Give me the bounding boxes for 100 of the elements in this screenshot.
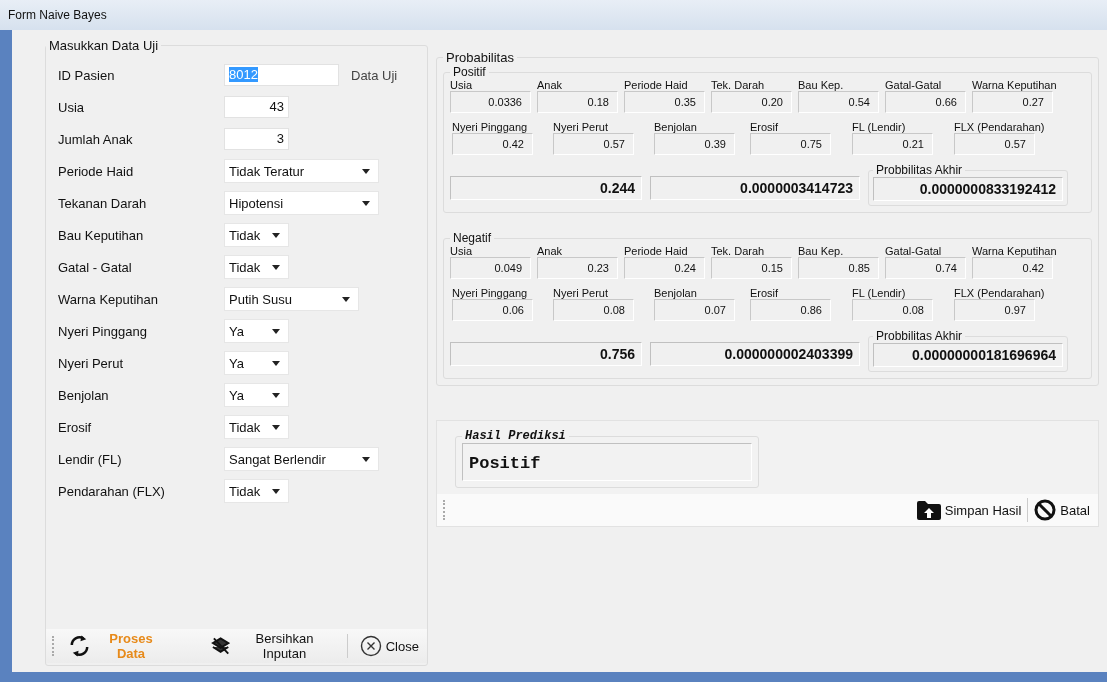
dropdown[interactable]: Tidak xyxy=(224,223,289,247)
dropdown[interactable]: Ya xyxy=(224,319,289,343)
eraser-icon xyxy=(211,637,231,655)
probability-value: 0.74 xyxy=(885,257,966,279)
probability-value: 0.39 xyxy=(654,133,735,155)
probability-label: Periode Haid xyxy=(624,79,689,91)
field-label: Jumlah Anak xyxy=(58,131,134,147)
field-label: Erosif xyxy=(58,419,93,435)
probability-label: Nyeri Pinggang xyxy=(452,121,529,133)
probability-value: 0.23 xyxy=(537,257,618,279)
field-label: ID Pasien xyxy=(58,67,116,83)
final-value: 0.0000000833192412 xyxy=(873,177,1063,201)
caret-icon xyxy=(362,168,370,174)
probability-value: 0.24 xyxy=(624,257,705,279)
caret-icon xyxy=(272,392,280,398)
input-field[interactable]: 43 xyxy=(224,96,289,118)
probability-value: 0.86 xyxy=(750,299,831,321)
probability-label: Bau Kep. xyxy=(798,79,845,91)
probability-label: Bau Kep. xyxy=(798,245,845,257)
probability-label: Erosif xyxy=(750,121,780,133)
probability-label: Nyeri Perut xyxy=(553,287,610,299)
probability-label: Erosif xyxy=(750,287,780,299)
likelihood-value: 0.000000002403399 xyxy=(650,342,860,366)
caret-icon xyxy=(272,424,280,430)
probability-label: Nyeri Pinggang xyxy=(452,287,529,299)
probability-value: 0.27 xyxy=(972,91,1053,113)
group-title: Positif xyxy=(452,65,487,79)
probability-value: 0.57 xyxy=(954,133,1035,155)
caret-icon xyxy=(272,264,280,270)
prior-value: 0.756 xyxy=(450,342,642,366)
caret-icon xyxy=(272,328,280,334)
input-field[interactable]: 3 xyxy=(224,128,289,150)
dropdown[interactable]: Putih Susu xyxy=(224,287,359,311)
probability-value: 0.08 xyxy=(553,299,634,321)
probability-value: 0.35 xyxy=(624,91,705,113)
dropdown[interactable]: Tidak xyxy=(224,415,289,439)
caret-icon xyxy=(342,296,350,302)
field-label: Warna Keputihan xyxy=(58,291,159,307)
group-title: Negatif xyxy=(452,231,493,245)
probability-label: Benjolan xyxy=(654,121,698,133)
probability-value: 0.57 xyxy=(553,133,634,155)
probability-label: Usia xyxy=(450,245,473,257)
probability-value: 0.20 xyxy=(711,91,792,113)
dropdown[interactable]: Tidak xyxy=(224,255,289,279)
probability-label: FL (Lendir) xyxy=(852,121,907,133)
probability-value: 0.21 xyxy=(852,133,933,155)
field-label: Bau Keputihan xyxy=(58,227,145,243)
dropdown[interactable]: Hipotensi xyxy=(224,191,379,215)
field-label: Tekanan Darah xyxy=(58,195,148,211)
probability-label: Tek. Darah xyxy=(711,245,766,257)
cancel-button[interactable]: Batal xyxy=(1032,497,1092,523)
field-label: Benjolan xyxy=(58,387,110,403)
probability-label: Anak xyxy=(537,245,564,257)
probability-label: Periode Haid xyxy=(624,245,689,257)
field-label: Gatal - Gatal xyxy=(58,259,133,275)
probability-label: Gatal-Gatal xyxy=(885,245,943,257)
field-label: Periode Haid xyxy=(58,163,135,179)
probability-label: Benjolan xyxy=(654,287,698,299)
field-note: Data Uji xyxy=(351,67,398,83)
probability-label: FLX (Pendarahan) xyxy=(954,121,1046,133)
close-button[interactable]: Close xyxy=(357,633,421,659)
field-label: Nyeri Pinggang xyxy=(58,323,148,339)
caret-icon xyxy=(362,456,370,462)
close-icon xyxy=(359,635,382,657)
dropdown[interactable]: Ya xyxy=(224,383,289,407)
probability-label: Nyeri Perut xyxy=(553,121,610,133)
field-label: Usia xyxy=(58,99,85,115)
likelihood-value: 0.0000003414723 xyxy=(650,176,860,200)
probability-value: 0.97 xyxy=(954,299,1035,321)
final-value: 0.00000000181696964 xyxy=(873,343,1063,367)
caret-icon xyxy=(272,488,280,494)
probability-value: 0.0336 xyxy=(450,91,531,113)
probability-value: 0.08 xyxy=(852,299,933,321)
dropdown[interactable]: Sangat Berlendir xyxy=(224,447,379,471)
probability-label: FLX (Pendarahan) xyxy=(954,287,1046,299)
field-label: Nyeri Perut xyxy=(58,355,125,371)
probability-value: 0.54 xyxy=(798,91,879,113)
probability-label: Tek. Darah xyxy=(711,79,766,91)
group-title: Probbilitas Akhir xyxy=(875,163,964,177)
caret-icon xyxy=(272,232,280,238)
caret-icon xyxy=(362,200,370,206)
result-value: Positif xyxy=(462,443,752,481)
probability-value: 0.15 xyxy=(711,257,792,279)
probability-value: 0.18 xyxy=(537,91,618,113)
save-button[interactable]: Simpan Hasil xyxy=(914,498,1024,522)
probability-value: 0.07 xyxy=(654,299,735,321)
dropdown[interactable]: Tidak xyxy=(224,479,289,503)
field-label: Pendarahan (FLX) xyxy=(58,483,166,499)
probability-value: 0.66 xyxy=(885,91,966,113)
probability-value: 0.75 xyxy=(750,133,831,155)
group-title: Probabilitas xyxy=(445,50,515,65)
dropdown[interactable]: Tidak Teratur xyxy=(224,159,379,183)
prohibited-icon xyxy=(1034,499,1057,521)
clear-button[interactable]: Bersihkan Inputan xyxy=(209,629,337,663)
prior-value: 0.244 xyxy=(450,176,642,200)
probability-value: 0.85 xyxy=(798,257,879,279)
probability-value: 0.049 xyxy=(450,257,531,279)
dropdown[interactable]: Ya xyxy=(224,351,289,375)
probability-label: Anak xyxy=(537,79,564,91)
group-title: Probbilitas Akhir xyxy=(875,329,964,343)
